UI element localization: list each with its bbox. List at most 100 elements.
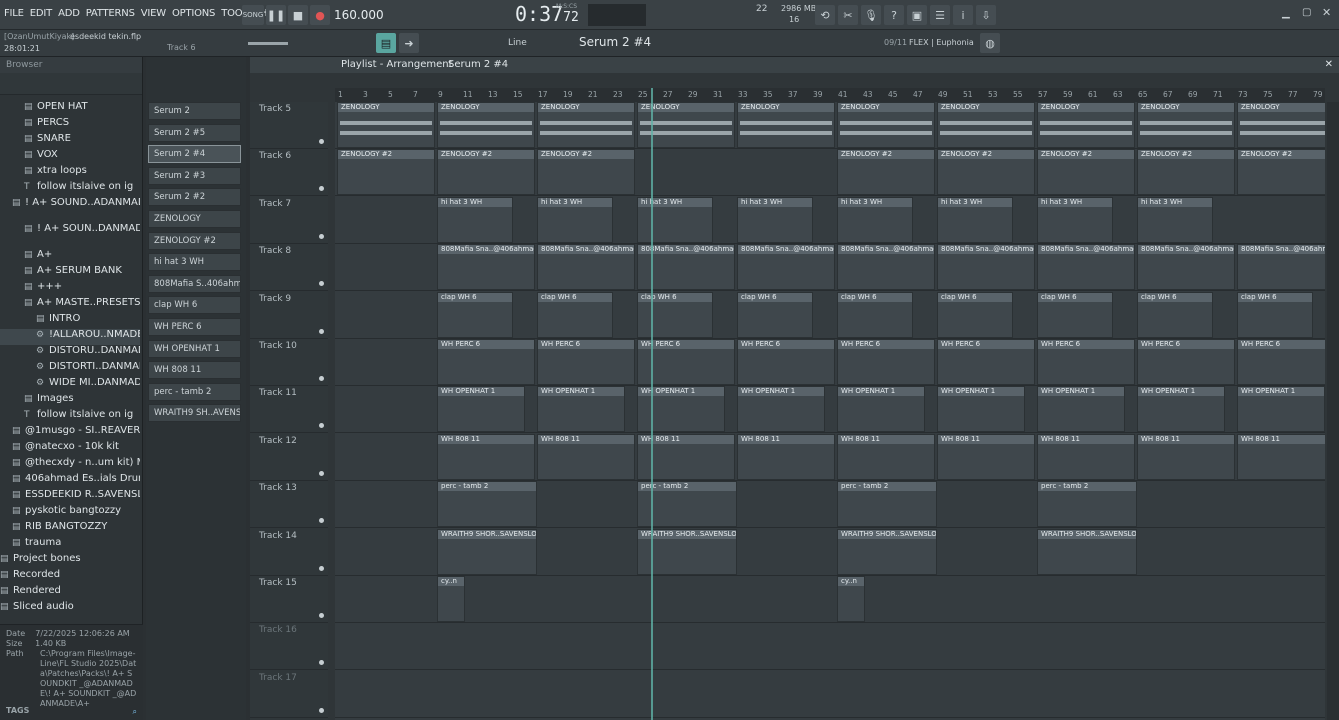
pattern-clip[interactable]: WH PERC 6 xyxy=(437,339,535,385)
track-lane[interactable]: ZENOLOGY ZENOLOGY ZENOLOGY ZENOLOGY ZENOLOGY… xyxy=(335,102,1325,149)
pattern-clip[interactable]: clap WH 6 xyxy=(1137,291,1213,338)
pattern-clip[interactable]: WH 808 11 xyxy=(1137,433,1235,480)
track-lanes[interactable]: ZENOLOGY ZENOLOGY ZENOLOGY ZENOLOGY ZENOLOGY… xyxy=(335,102,1325,720)
pause-button[interactable]: ❚❚ xyxy=(266,5,286,25)
pattern-clip[interactable]: ZENOLOGY xyxy=(537,102,635,148)
pattern-clip[interactable]: hi hat 3 WH xyxy=(437,196,513,243)
track-lane[interactable]: ZENOLOGY #2 ZENOLOGY #2 ZENOLOGY #2 ZENOLOG… xyxy=(335,149,1325,197)
track-enable-toggle[interactable] xyxy=(319,565,324,571)
stop-button[interactable]: ■ xyxy=(288,5,308,25)
track-header[interactable]: Track 10 xyxy=(250,339,328,386)
pattern-clip[interactable]: perc - tamb 2 xyxy=(837,481,937,528)
pattern-clip[interactable]: ZENOLOGY xyxy=(337,102,435,148)
browser-item[interactable]: ▤ A+ MASTE..PRESETS xyxy=(0,297,140,313)
track-enable-toggle[interactable] xyxy=(319,376,324,381)
playhead[interactable] xyxy=(651,88,653,720)
pattern-clip[interactable]: WH 808 11 xyxy=(1037,433,1135,480)
track-lane[interactable]: hi hat 3 WH hi hat 3 WH hi hat 3 WH hi hat … xyxy=(335,196,1325,244)
browser-item[interactable]: ▤ RIB BANGTOZZY xyxy=(0,521,140,537)
pattern-clip[interactable]: 808Mafia Sna..@406ahmad_ xyxy=(1037,244,1135,291)
pattern-clip[interactable]: WRAITH9 SHOR..SAVENSLORE xyxy=(437,528,537,575)
browser-item[interactable]: ▤ pyskotic bangtozzy xyxy=(0,505,140,521)
pattern-clip[interactable]: clap WH 6 xyxy=(437,291,513,338)
pattern-clip[interactable]: WH OPENHAT 1 xyxy=(1237,386,1325,433)
pattern-clip[interactable]: clap WH 6 xyxy=(637,291,713,338)
browser-item[interactable]: ▤ A+ xyxy=(0,249,140,265)
pattern-clip[interactable]: hi hat 3 WH xyxy=(737,196,813,243)
pattern-clip[interactable]: ZENOLOGY #2 xyxy=(937,149,1035,196)
track-header[interactable]: Track 16 xyxy=(250,623,328,671)
globe-icon[interactable]: ◍ xyxy=(980,33,1000,53)
pattern-clip[interactable]: ZENOLOGY xyxy=(937,102,1035,148)
pattern-clip[interactable]: ZENOLOGY #2 xyxy=(837,149,935,196)
menu-options[interactable]: OPTIONS xyxy=(172,8,215,19)
browser-item[interactable]: ⚙ !ALLAROU..NMADE xyxy=(0,329,140,345)
pattern-clip[interactable]: WH 808 11 xyxy=(437,433,535,480)
pattern-item[interactable]: ZENOLOGY #2 xyxy=(148,231,241,250)
menu-add[interactable]: ADD xyxy=(58,8,80,19)
pattern-clip[interactable]: WH OPENHAT 1 xyxy=(937,386,1025,433)
pattern-item[interactable]: 808Mafia S..406ahmad xyxy=(148,274,241,293)
playlist-close-icon[interactable]: ✕ xyxy=(1325,59,1333,70)
pattern-item[interactable]: WH OPENHAT 1 xyxy=(148,339,241,358)
pattern-clip[interactable]: 808Mafia Sna..@406ahmad_ xyxy=(1237,244,1325,291)
pattern-clip[interactable]: hi hat 3 WH xyxy=(1137,196,1213,243)
pattern-item[interactable]: ZENOLOGY xyxy=(148,210,241,228)
pattern-clip[interactable]: WH PERC 6 xyxy=(1237,339,1325,385)
pattern-clip[interactable]: ZENOLOGY #2 xyxy=(537,149,635,196)
track-lane[interactable]: WH OPENHAT 1 WH OPENHAT 1 WH OPENHAT 1 WH O… xyxy=(335,386,1325,434)
undo-icon[interactable]: ⟲ xyxy=(815,5,835,25)
pattern-clip[interactable]: WH OPENHAT 1 xyxy=(837,386,925,433)
minimize-icon[interactable]: ▁ xyxy=(1282,8,1290,19)
pattern-clip[interactable]: ZENOLOGY xyxy=(1137,102,1235,148)
browser-item[interactable]: ⚙ DISTORTI..DANMADE xyxy=(0,361,140,377)
track-enable-toggle[interactable] xyxy=(319,707,324,713)
browser-item[interactable]: ▤ OPEN HAT xyxy=(0,101,140,117)
pattern-clip[interactable]: hi hat 3 WH xyxy=(637,196,713,243)
track-header[interactable]: Track 7 xyxy=(250,197,328,244)
track-header[interactable]: Track 17 xyxy=(250,671,328,718)
playlist-view-button[interactable]: ▤ xyxy=(376,33,396,53)
pattern-clip[interactable]: WH 808 11 xyxy=(937,433,1035,480)
browser-item[interactable]: ▤ INTRO xyxy=(0,313,140,329)
pattern-clip[interactable]: clap WH 6 xyxy=(1037,291,1113,338)
pattern-clip[interactable]: 808Mafia Sna..@406ahmad_ xyxy=(1137,244,1235,291)
pattern-clip[interactable]: WH PERC 6 xyxy=(1137,339,1235,385)
track-header[interactable]: Track 14 xyxy=(250,529,328,576)
browser-item[interactable]: Tfollow itslaive on ig xyxy=(0,181,140,197)
pattern-clip[interactable]: WH 808 11 xyxy=(737,433,835,480)
browser-item[interactable]: ▤ Recorded xyxy=(0,569,140,585)
track-lane[interactable] xyxy=(335,671,1325,718)
track-enable-toggle[interactable] xyxy=(319,281,324,287)
pattern-clip[interactable]: 808Mafia Sna..@406ahmad_ xyxy=(737,244,835,291)
pattern-item[interactable]: Serum 2 xyxy=(148,102,241,120)
browser-item[interactable]: ▤ Rendered xyxy=(0,585,140,601)
track-header[interactable]: Track 6 xyxy=(250,149,328,197)
track-lane[interactable] xyxy=(335,623,1325,671)
pattern-clip[interactable]: WH PERC 6 xyxy=(837,339,935,385)
track-lane[interactable]: cy..n cy..n xyxy=(335,576,1325,623)
pattern-clip[interactable]: WH PERC 6 xyxy=(1037,339,1135,385)
cut-icon[interactable]: ✂ xyxy=(838,5,858,25)
menu-patterns[interactable]: PATTERNS xyxy=(86,8,135,19)
track-lane[interactable]: WH 808 11 WH 808 11 WH 808 11 WH 808 11 WH 8… xyxy=(335,433,1325,481)
track-header[interactable]: Track 13 xyxy=(250,481,328,529)
pattern-clip[interactable]: WH OPENHAT 1 xyxy=(1037,386,1125,433)
browser-item[interactable]: ▤ Sliced audio xyxy=(0,601,140,617)
pattern-item[interactable]: Serum 2 #2 xyxy=(148,188,241,207)
pattern-item[interactable]: WH PERC 6 xyxy=(148,318,241,336)
plugin-name[interactable]: FLEX | Euphonia xyxy=(909,38,974,47)
pattern-clip[interactable]: ZENOLOGY #2 xyxy=(1037,149,1135,196)
browser-item[interactable]: ▤ @thecxdy - n..um kit) MAC xyxy=(0,457,140,473)
track-header[interactable]: Track 15 xyxy=(250,576,328,623)
arrow-tool-icon[interactable]: ➜ xyxy=(399,33,419,53)
browser-item[interactable]: ⚙ DISTORU..DANMADE xyxy=(0,345,140,361)
track-enable-toggle[interactable] xyxy=(319,518,324,524)
pattern-clip[interactable]: WH 808 11 xyxy=(537,433,635,480)
pattern-clip[interactable]: clap WH 6 xyxy=(837,291,913,338)
track-header[interactable]: Track 8 xyxy=(250,244,328,292)
browser-item[interactable]: ▤ 406ahmad Es..ials Drumkit xyxy=(0,473,140,489)
pattern-clip[interactable]: ZENOLOGY #2 xyxy=(1137,149,1235,196)
menu-edit[interactable]: EDIT xyxy=(30,8,52,19)
browser-item[interactable]: ▤ +++ xyxy=(0,281,140,297)
